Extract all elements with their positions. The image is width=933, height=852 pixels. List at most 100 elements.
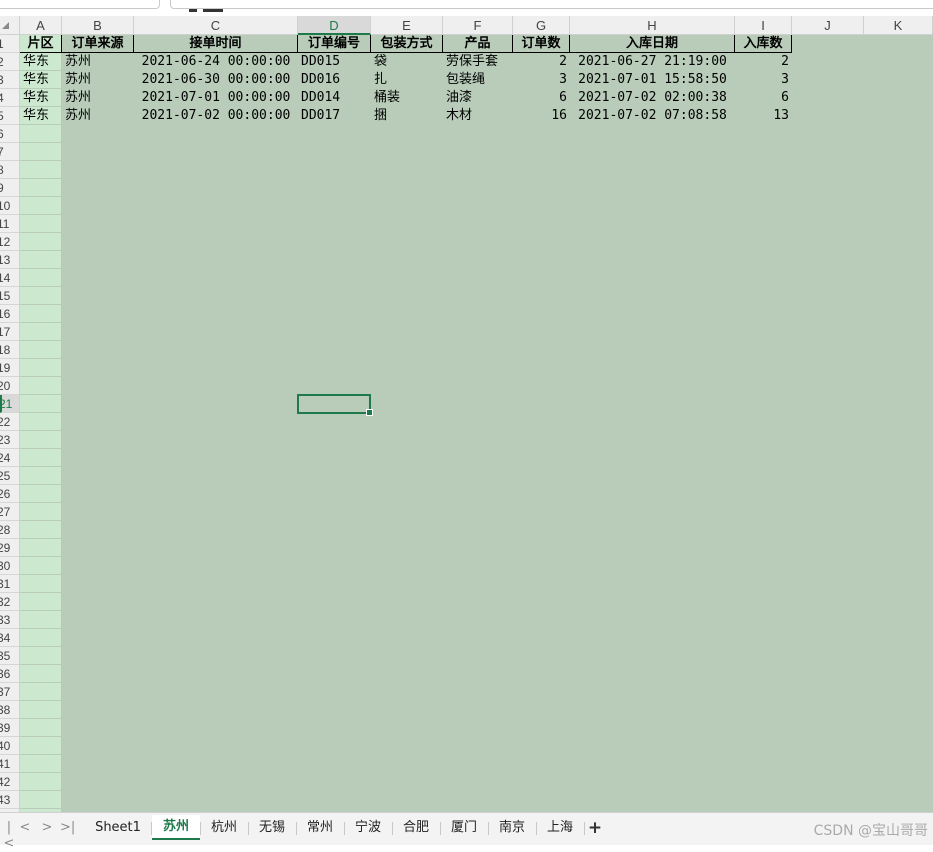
row-header-29[interactable]: 29 xyxy=(0,539,19,557)
row-header-33[interactable]: 33 xyxy=(0,611,19,629)
row-header-26[interactable]: 26 xyxy=(0,485,19,503)
row-header-12[interactable]: 12 xyxy=(0,233,19,251)
column-header-g[interactable]: G xyxy=(513,16,570,35)
column-header-c[interactable]: C xyxy=(134,16,298,35)
data-cell[interactable]: 包装绳 xyxy=(443,71,513,89)
sheet-tab-9[interactable]: 上海 xyxy=(537,816,583,840)
data-cell[interactable]: 2 xyxy=(735,53,792,71)
sheet-tab-7[interactable]: 厦门 xyxy=(441,816,487,840)
column-header-d[interactable]: D xyxy=(298,16,371,35)
row-header-23[interactable]: 23 xyxy=(0,431,19,449)
row-header-13[interactable]: 13 xyxy=(0,251,19,269)
row-header-5[interactable]: 5 xyxy=(0,107,19,125)
row-header-19[interactable]: 19 xyxy=(0,359,19,377)
data-cell[interactable]: 3 xyxy=(513,71,570,89)
row-header-25[interactable]: 25 xyxy=(0,467,19,485)
column-header-b[interactable]: B xyxy=(62,16,134,35)
row-header-30[interactable]: 30 xyxy=(0,557,19,575)
prev-sheet-icon[interactable]: < xyxy=(18,820,32,836)
data-cell[interactable]: 16 xyxy=(513,107,570,125)
column-header-k[interactable]: K xyxy=(864,16,933,35)
row-header-14[interactable]: 14 xyxy=(0,269,19,287)
row-header-16[interactable]: 16 xyxy=(0,305,19,323)
data-cell[interactable]: 华东 xyxy=(20,71,62,89)
sheet-tab-4[interactable]: 常州 xyxy=(297,816,343,840)
data-cell[interactable]: 华东 xyxy=(20,89,62,107)
column-header-a[interactable]: A xyxy=(20,16,62,35)
data-cell[interactable]: 华东 xyxy=(20,107,62,125)
row-header-43[interactable]: 43 xyxy=(0,791,19,809)
data-cell[interactable]: 2 xyxy=(513,53,570,71)
data-cell[interactable]: 2021-06-30 00:00:00 xyxy=(134,71,298,89)
sheet-tab-6[interactable]: 合肥 xyxy=(393,816,439,840)
header-cell[interactable]: 订单编号 xyxy=(298,35,371,53)
row-header-21[interactable]: 21 xyxy=(0,395,19,413)
row-header-18[interactable]: 18 xyxy=(0,341,19,359)
row-header-4[interactable]: 4 xyxy=(0,89,19,107)
header-cell[interactable]: 片区 xyxy=(20,35,62,53)
row-header-24[interactable]: 24 xyxy=(0,449,19,467)
row-header-39[interactable]: 39 xyxy=(0,719,19,737)
row-header-40[interactable]: 40 xyxy=(0,737,19,755)
row-header-15[interactable]: 15 xyxy=(0,287,19,305)
row-header-34[interactable]: 34 xyxy=(0,629,19,647)
data-cell[interactable]: 劳保手套 xyxy=(443,53,513,71)
row-header-41[interactable]: 41 xyxy=(0,755,19,773)
row-header-42[interactable]: 42 xyxy=(0,773,19,791)
row-header-11[interactable]: 11 xyxy=(0,215,19,233)
sheet-tab-0[interactable]: Sheet1 xyxy=(87,816,149,840)
data-cell[interactable]: 2021-06-24 00:00:00 xyxy=(134,53,298,71)
row-header-1[interactable]: 1 xyxy=(0,35,19,53)
next-sheet-icon[interactable]: > xyxy=(40,820,54,836)
row-header-8[interactable]: 8 xyxy=(0,161,19,179)
row-header-7[interactable]: 7 xyxy=(0,143,19,161)
sheet-tab-2[interactable]: 杭州 xyxy=(201,816,247,840)
row-header-22[interactable]: 22 xyxy=(0,413,19,431)
row-header-10[interactable]: 10 xyxy=(0,197,19,215)
row-header-9[interactable]: 9 xyxy=(0,179,19,197)
data-cell[interactable]: 6 xyxy=(735,89,792,107)
data-cell[interactable]: 捆 xyxy=(371,107,443,125)
row-header-6[interactable]: 6 xyxy=(0,125,19,143)
data-cell[interactable]: DD016 xyxy=(298,71,371,89)
data-cell[interactable]: 苏州 xyxy=(62,89,134,107)
header-cell[interactable]: 订单数 xyxy=(513,35,570,53)
data-cell[interactable]: DD017 xyxy=(298,107,371,125)
row-header-37[interactable]: 37 xyxy=(0,683,19,701)
fill-handle[interactable] xyxy=(366,409,373,416)
data-cell[interactable]: 2021-06-27 21:19:00 xyxy=(570,53,735,71)
data-cell[interactable]: 6 xyxy=(513,89,570,107)
column-header-h[interactable]: H xyxy=(570,16,735,35)
row-header-20[interactable]: 20 xyxy=(0,377,19,395)
data-cell[interactable]: 袋 xyxy=(371,53,443,71)
data-cell[interactable]: 13 xyxy=(735,107,792,125)
active-cell-selection[interactable] xyxy=(297,394,373,416)
sheet-tab-5[interactable]: 宁波 xyxy=(345,816,391,840)
data-cell[interactable]: 2021-07-01 00:00:00 xyxy=(134,89,298,107)
cell-area[interactable]: 片区 订单来源 接单时间 订单编号 包装方式 产品 订单数 入库日期 入库数 华东 苏州 2021-0… xyxy=(20,35,933,812)
data-cell[interactable]: 扎 xyxy=(371,71,443,89)
data-cell[interactable]: 2021-07-02 07:08:58 xyxy=(570,107,735,125)
data-cell[interactable]: 木材 xyxy=(443,107,513,125)
row-header-36[interactable]: 36 xyxy=(0,665,19,683)
data-cell[interactable]: 华东 xyxy=(20,53,62,71)
row-header-31[interactable]: 31 xyxy=(0,575,19,593)
data-cell[interactable]: 油漆 xyxy=(443,89,513,107)
header-cell[interactable]: 入库日期 xyxy=(570,35,735,53)
last-sheet-icon[interactable]: >| xyxy=(60,820,75,836)
formula-bar[interactable] xyxy=(170,0,933,12)
sheet-tab-1[interactable]: 苏州 xyxy=(152,815,200,840)
column-header-e[interactable]: E xyxy=(371,16,443,35)
column-header-j[interactable]: J xyxy=(792,16,864,35)
header-cell[interactable]: 接单时间 xyxy=(134,35,298,53)
header-cell[interactable]: 包装方式 xyxy=(371,35,443,53)
column-header-f[interactable]: F xyxy=(443,16,513,35)
first-sheet-icon[interactable]: |< xyxy=(2,820,16,851)
row-header-27[interactable]: 27 xyxy=(0,503,19,521)
sheet-tab-8[interactable]: 南京 xyxy=(489,816,535,840)
data-cell[interactable]: 2021-07-01 15:58:50 xyxy=(570,71,735,89)
row-header-32[interactable]: 32 xyxy=(0,593,19,611)
column-header-i[interactable]: I xyxy=(735,16,792,35)
select-all-corner[interactable] xyxy=(0,16,20,35)
sheet-tab-3[interactable]: 无锡 xyxy=(249,816,295,840)
